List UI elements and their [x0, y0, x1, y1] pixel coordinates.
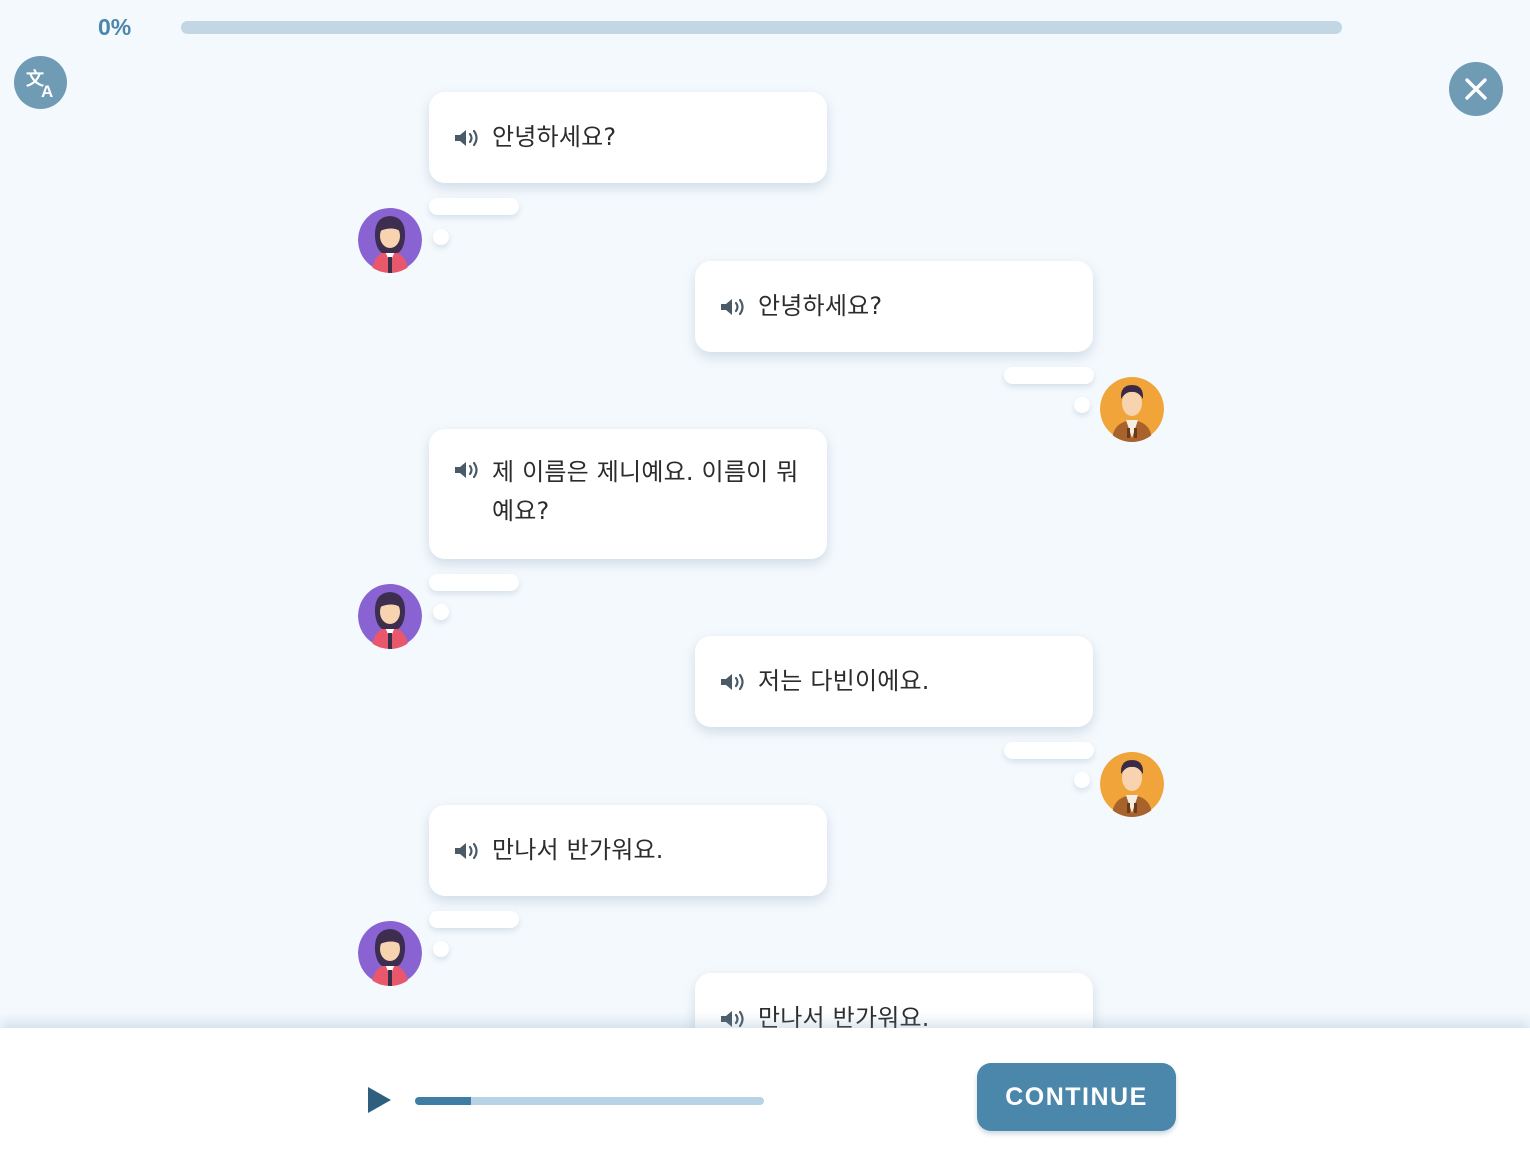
play-icon[interactable] — [365, 1086, 393, 1114]
male-avatar — [1100, 752, 1164, 817]
message-bubble: 안녕하세요? — [429, 92, 827, 183]
bubble-tail-dot — [1074, 397, 1090, 413]
female-avatar — [358, 584, 422, 649]
message-text: 제 이름은 제니예요. 이름이 뭐예요? — [492, 458, 799, 525]
audio-player-bar: CONTINUE — [0, 1028, 1530, 1166]
bubble-tail — [429, 198, 519, 215]
continue-button[interactable]: CONTINUE — [977, 1063, 1176, 1131]
message-bubble: 만나서 반가워요. — [695, 973, 1093, 1028]
conversation: 안녕하세요? 안녕하세요? 제 이름은 제니예요. 이름이 뭐예요? 저는 다빈… — [0, 0, 1530, 1028]
bubble-tail-dot — [1074, 772, 1090, 788]
speaker-icon[interactable] — [719, 296, 747, 318]
bubble-tail-dot — [433, 229, 449, 245]
audio-progress-fill — [415, 1097, 471, 1105]
speaker-icon[interactable] — [719, 671, 747, 693]
male-avatar — [1100, 377, 1164, 442]
speaker-icon[interactable] — [453, 459, 481, 481]
bubble-tail — [429, 574, 519, 591]
bubble-tail-dot — [433, 941, 449, 957]
message-text: 만나서 반가워요. — [492, 836, 664, 864]
bubble-tail-dot — [433, 604, 449, 620]
bubble-tail — [1004, 742, 1094, 759]
message-bubble: 만나서 반가워요. — [429, 805, 827, 896]
bubble-tail — [1004, 367, 1094, 384]
speaker-icon[interactable] — [453, 127, 481, 149]
speaker-icon[interactable] — [453, 840, 481, 862]
message-text: 안녕하세요? — [492, 123, 617, 151]
message-text: 안녕하세요? — [758, 292, 883, 320]
message-text: 저는 다빈이에요. — [758, 667, 930, 695]
message-bubble: 저는 다빈이에요. — [695, 636, 1093, 727]
speaker-icon[interactable] — [719, 1008, 747, 1029]
message-bubble: 안녕하세요? — [695, 261, 1093, 352]
bubble-tail — [429, 911, 519, 928]
female-avatar — [358, 921, 422, 986]
message-text: 만나서 반가워요. — [758, 1004, 930, 1028]
audio-progress-bar[interactable] — [415, 1097, 764, 1105]
message-bubble: 제 이름은 제니예요. 이름이 뭐예요? — [429, 429, 827, 559]
female-avatar — [358, 208, 422, 273]
